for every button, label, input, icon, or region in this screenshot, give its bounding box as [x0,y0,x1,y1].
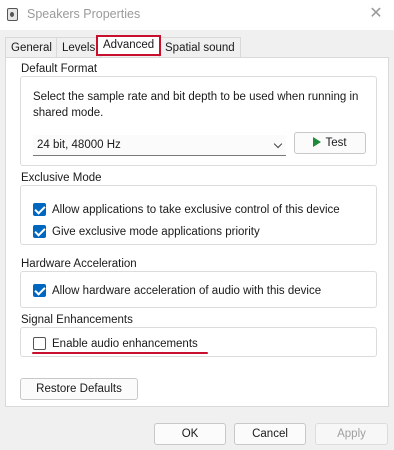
tab-panel-advanced: Default Format Select the sample rate an… [5,57,389,407]
hardware-acceleration-title: Hardware Acceleration [18,258,140,270]
default-format-description: Select the sample rate and bit depth to … [33,91,359,119]
audio-enhancements-checkbox[interactable] [33,337,46,350]
exclusive-mode-group: Exclusive Mode Allow applications to tak… [18,172,377,245]
audio-enhancements-option[interactable]: Enable audio enhancements [33,337,198,350]
exclusive-control-checkbox[interactable] [33,203,46,216]
exclusive-control-label: Allow applications to take exclusive con… [52,203,340,216]
apply-button[interactable]: Apply [315,423,388,445]
play-icon [313,137,322,147]
close-icon[interactable]: ✕ [364,3,388,25]
tab-levels[interactable]: Levels [56,37,102,58]
audio-enhancements-label: Enable audio enhancements [52,337,198,350]
hardware-acceleration-label: Allow hardware acceleration of audio wit… [52,284,322,297]
exclusive-control-option[interactable]: Allow applications to take exclusive con… [33,203,340,216]
restore-defaults-button[interactable]: Restore Defaults [20,378,138,400]
chevron-down-icon [273,139,283,149]
cancel-button[interactable]: Cancel [234,423,306,445]
tab-spatial-sound[interactable]: Spatial sound [159,37,241,58]
ok-button[interactable]: OK [154,423,226,445]
sample-rate-dropdown[interactable]: 24 bit, 48000 Hz [33,135,286,156]
title-bar: Speakers Properties ✕ [0,0,394,30]
speaker-icon [7,8,18,21]
exclusive-mode-title: Exclusive Mode [18,172,105,184]
test-button-label: Test [325,137,347,149]
tab-general[interactable]: General [5,37,58,58]
window-title: Speakers Properties [27,7,141,21]
exclusive-priority-label: Give exclusive mode applications priorit… [52,225,260,238]
test-button[interactable]: Test [294,132,366,154]
hardware-acceleration-checkbox[interactable] [33,284,46,297]
sample-rate-value: 24 bit, 48000 Hz [37,139,121,151]
hardware-acceleration-option[interactable]: Allow hardware acceleration of audio wit… [33,284,321,297]
highlight-underline [32,352,208,354]
exclusive-priority-checkbox[interactable] [33,225,46,238]
tab-strip: General Levels Advanced Spatial sound [5,35,389,59]
hardware-acceleration-group: Hardware Acceleration Allow hardware acc… [18,258,377,308]
tab-advanced[interactable]: Advanced [96,35,162,56]
default-format-title: Default Format [18,63,101,75]
exclusive-priority-option[interactable]: Give exclusive mode applications priorit… [33,225,260,238]
signal-enhancements-title: Signal Enhancements [18,314,136,326]
default-format-group: Default Format Select the sample rate an… [18,63,377,166]
